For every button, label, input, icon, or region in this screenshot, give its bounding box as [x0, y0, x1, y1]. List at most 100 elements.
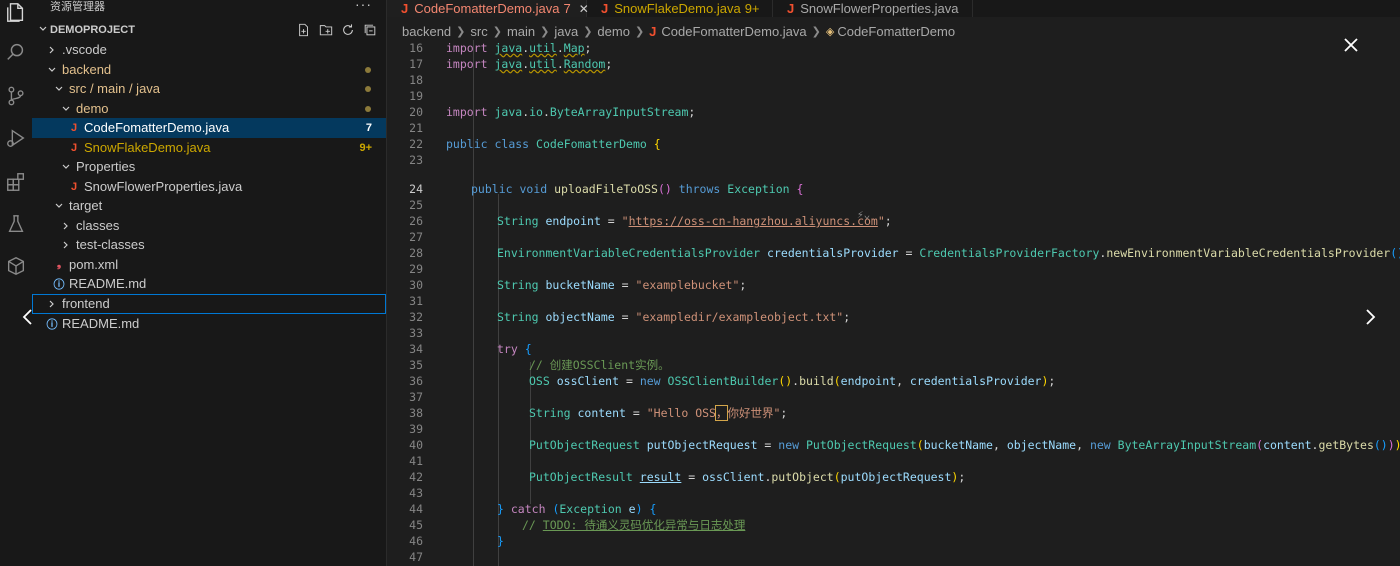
class-symbol-icon: ◈: [825, 25, 835, 38]
run-debug-icon[interactable]: [0, 122, 32, 154]
code-line: 25: [409, 198, 423, 212]
code-line: 29: [409, 262, 423, 276]
tree-item-vscode[interactable]: .vscode: [32, 40, 386, 60]
info-icon: ⓘ: [53, 278, 65, 291]
tree-item-demo[interactable]: demo: [32, 99, 386, 119]
tree-item-readme-root[interactable]: ⓘ README.md: [32, 314, 386, 334]
code-line: 26 String endpoint = "https://oss-cn-hang…: [409, 214, 892, 228]
code-line: 47: [409, 550, 423, 564]
code-line: 43: [409, 486, 423, 500]
code-line: 23: [409, 153, 423, 167]
breadcrumb-item[interactable]: backend: [402, 24, 451, 39]
java-file-icon: J: [70, 141, 78, 154]
tree-item-readme-backend[interactable]: ⓘ README.md: [32, 274, 386, 294]
code-line: 37: [409, 390, 423, 404]
tree-item-pom-xml[interactable]: ❟ pom.xml: [32, 255, 386, 275]
chevron-down-icon: [36, 24, 50, 37]
code-line: 46}: [409, 534, 504, 548]
tab-codefomatterdemo[interactable]: J CodeFomatterDemo.java 7 ✕: [387, 0, 589, 17]
tree-item-test-classes[interactable]: test-classes: [32, 235, 386, 255]
chevron-right-icon: [60, 240, 72, 250]
java-file-icon: J: [787, 1, 795, 16]
java-file-icon: J: [70, 121, 78, 134]
code-line: 41: [409, 454, 423, 468]
code-line: 35// 创建OSSClient实例。: [409, 358, 670, 372]
more-actions-icon[interactable]: ···: [355, 0, 372, 12]
code-line: 33: [409, 326, 423, 340]
code-line: 28 EnvironmentVariableCredentialsProvider…: [409, 246, 1400, 260]
chevron-right-icon: [46, 45, 58, 55]
code-line: 24 public void uploadFileToOSS() throws E…: [409, 182, 804, 196]
java-file-icon: J: [601, 1, 609, 16]
refresh-icon[interactable]: [340, 22, 356, 38]
chevron-right-icon: [60, 221, 72, 231]
code-line: 27: [409, 230, 423, 244]
tree-item-frontend[interactable]: frontend: [32, 294, 386, 314]
breadcrumb-item[interactable]: demo: [597, 24, 630, 39]
code-line: 39: [409, 422, 423, 436]
code-line: 44} catch (Exception e) {: [409, 502, 657, 516]
new-folder-icon[interactable]: [318, 22, 334, 38]
extensions-icon[interactable]: [0, 166, 32, 198]
explorer-actions: [296, 20, 378, 40]
tree-item-target[interactable]: target: [32, 196, 386, 216]
tree-item-src-main-java[interactable]: src / main / java: [32, 79, 386, 99]
code-line: 19: [409, 89, 423, 103]
chevron-right-icon: ❯: [540, 25, 550, 38]
code-line: 40 PutObjectRequest putObjectRequest = ne…: [409, 438, 1400, 452]
code-line: 17 import java.util.Random;: [409, 57, 613, 71]
java-file-icon: J: [401, 1, 409, 16]
chevron-right-icon: ❯: [811, 25, 821, 38]
code-line: 31: [409, 294, 423, 308]
chevron-down-icon: [46, 65, 58, 75]
java-file-icon: J: [649, 23, 657, 39]
breadcrumb-item[interactable]: main: [507, 24, 535, 39]
chevron-right-icon: [46, 299, 58, 309]
tab-snowflakedemo[interactable]: J SnowFlakeDemo.java 9+: [587, 0, 773, 17]
flask-icon[interactable]: [0, 208, 32, 240]
problem-count-badge: 7: [365, 121, 372, 134]
breadcrumb-item[interactable]: CodeFomatterDemo.java: [661, 24, 806, 39]
search-icon[interactable]: [0, 36, 32, 68]
previous-arrow-icon[interactable]: [18, 306, 38, 328]
code-line: 34 try {: [409, 342, 532, 356]
tree-item-classes[interactable]: classes: [32, 216, 386, 236]
tree-item-snowflowerproperties[interactable]: J SnowFlowerProperties.java: [32, 177, 386, 197]
breadcrumb-item[interactable]: java: [554, 24, 578, 39]
modified-dot: [365, 66, 371, 73]
chevron-down-icon: [53, 201, 65, 211]
chevron-right-icon: ❯: [583, 25, 593, 38]
chevron-right-icon: ❯: [456, 25, 466, 38]
chevron-down-icon: [60, 104, 72, 114]
chevron-right-icon: ❯: [634, 25, 645, 38]
code-line: 42 PutObjectResult result = ossClient.put…: [409, 470, 966, 484]
next-arrow-icon[interactable]: [1360, 306, 1380, 328]
tree-item-codefomatterdemo[interactable]: J CodeFomatterDemo.java 7: [32, 118, 386, 138]
explorer-title: 资源管理器: [50, 1, 105, 13]
code-line: 18: [409, 73, 423, 87]
source-control-icon[interactable]: [0, 80, 32, 112]
code-line: 38 String content = "Hello OSS，你好世界";: [409, 405, 788, 421]
chevron-right-icon: ❯: [492, 25, 502, 38]
remote-icon[interactable]: [0, 250, 32, 282]
problem-count-badge: 9+: [359, 141, 372, 154]
chevron-down-icon: [53, 84, 65, 94]
tree-item-snowflakedemo[interactable]: J SnowFlakeDemo.java 9+: [32, 138, 386, 158]
code-line: 32 String objectName = "exampledir/exampl…: [409, 310, 851, 324]
info-icon: ⓘ: [46, 318, 58, 331]
tree-item-backend[interactable]: backend: [32, 60, 386, 80]
code-editor[interactable]: 16 import java.util.Map; 17 import java.ut…: [387, 40, 1400, 566]
files-icon[interactable]: [0, 0, 32, 28]
breadcrumb-item[interactable]: CodeFomatterDemo: [837, 24, 955, 39]
tree-item-properties[interactable]: Properties: [32, 157, 386, 177]
chevron-down-icon: [60, 162, 72, 172]
activity-bar: [0, 0, 33, 566]
collapse-all-icon[interactable]: [362, 22, 378, 38]
code-line: 20 import java.io.ByteArrayInputStream;: [409, 105, 696, 119]
close-icon[interactable]: [1340, 34, 1362, 56]
modified-dot: [365, 85, 371, 92]
new-file-icon[interactable]: [296, 22, 312, 38]
breadcrumb-item[interactable]: src: [470, 24, 487, 39]
tab-snowflowerproperties[interactable]: J SnowFlowerProperties.java: [773, 0, 973, 17]
project-name: DEMOPROJECT: [50, 24, 135, 36]
